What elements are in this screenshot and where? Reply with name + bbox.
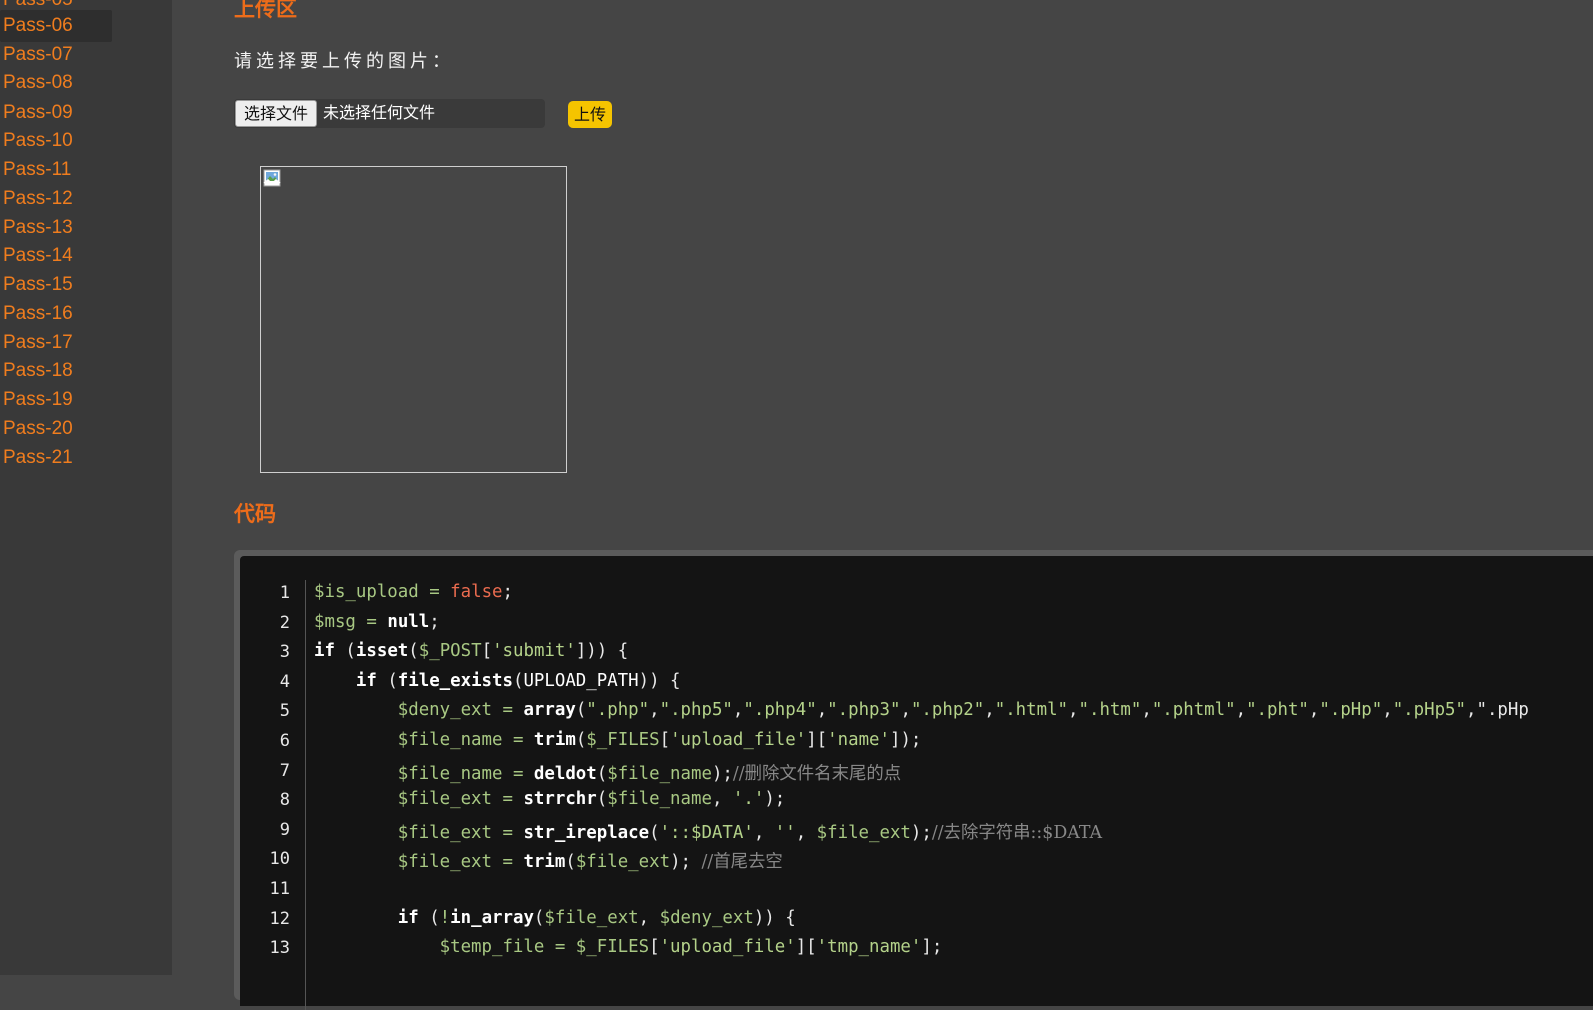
code-section-title: 代码 <box>234 503 276 526</box>
line-number: 7 <box>279 760 290 781</box>
gutter-divider <box>305 580 306 1010</box>
code-block: 1 2 3 4 5 6 7 8 9 10 11 12 13 $is_upload = false; $ms… <box>240 556 1593 1010</box>
code-line: $file_ext = strrchr($file_name, '.'); <box>397 789 786 810</box>
line-number: 13 <box>269 938 290 959</box>
sidebar-item-pass-19[interactable]: Pass-19 <box>3 388 73 412</box>
line-number: 9 <box>279 819 290 840</box>
code-line: $deny_ext = array(".php",".php5",".php4"… <box>397 700 1529 721</box>
upload-button[interactable]: 上传 <box>568 101 612 128</box>
sidebar-item-pass-17[interactable]: Pass-17 <box>3 331 73 355</box>
code-line: if (isset($_POST['submit'])) { <box>314 641 629 662</box>
sidebar-item-pass-07[interactable]: Pass-07 <box>3 43 73 67</box>
line-number: 3 <box>279 642 290 663</box>
sidebar-item-pass-05[interactable]: Pass-05 <box>3 0 73 12</box>
image-preview <box>260 166 567 473</box>
sidebar-item-pass-13[interactable]: Pass-13 <box>3 216 73 240</box>
code-line: $file_ext = str_ireplace('::$DATA', '', … <box>397 822 1103 843</box>
code-line: $file_name = deldot($file_name);//删除文件名末… <box>397 763 902 784</box>
line-number: 8 <box>279 790 290 811</box>
code-line: $temp_file = $_FILES['upload_file']['tmp… <box>439 937 943 958</box>
upload-section-title: 上传区 <box>234 0 297 21</box>
code-line: $msg = null; <box>314 611 440 632</box>
choose-file-button[interactable]: 选择文件 <box>235 100 317 127</box>
code-line: $is_upload = false; <box>314 582 513 602</box>
code-line: if (file_exists(UPLOAD_PATH)) { <box>355 670 681 691</box>
code-line: $file_name = trim($_FILES['upload_file']… <box>397 730 922 750</box>
line-number: 11 <box>269 879 290 899</box>
sidebar-item-pass-09[interactable]: Pass-09 <box>3 101 73 125</box>
line-number: 10 <box>269 849 290 870</box>
sidebar-item-pass-08[interactable]: Pass-08 <box>3 71 73 95</box>
sidebar-item-pass-21[interactable]: Pass-21 <box>3 446 73 470</box>
line-number: 5 <box>279 701 290 722</box>
sidebar-item-pass-11[interactable]: Pass-11 <box>3 158 71 182</box>
sidebar-item-pass-15[interactable]: Pass-15 <box>3 273 73 297</box>
upload-prompt: 请选择要上传的图片： <box>234 51 454 71</box>
line-number: 1 <box>279 583 290 603</box>
main-content: 上传区 请选择要上传的图片： 选择文件 未选择任何文件 上传 代码 123456… <box>172 0 1593 1010</box>
sidebar-item-pass-10[interactable]: Pass-10 <box>3 129 73 153</box>
sidebar-item-pass-16[interactable]: Pass-16 <box>3 302 73 326</box>
line-number: 4 <box>279 671 290 692</box>
sidebar-item-pass-18[interactable]: Pass-18 <box>3 359 73 383</box>
line-number: 6 <box>279 731 290 751</box>
file-status-text: 未选择任何文件 <box>323 103 436 122</box>
sidebar: Pass-05 Pass-06 Pass-07 Pass-08 Pass-09 … <box>0 0 172 975</box>
code-line: if (!in_array($file_ext, $deny_ext)) { <box>397 907 796 928</box>
sidebar-item-pass-06[interactable]: Pass-06 <box>3 14 73 38</box>
file-input[interactable]: 选择文件 未选择任何文件 <box>234 99 545 128</box>
line-number: 2 <box>279 612 290 633</box>
line-number: 12 <box>269 908 290 929</box>
sidebar-item-pass-20[interactable]: Pass-20 <box>3 417 73 441</box>
code-panel-frame: 1 2 3 4 5 6 7 8 9 10 11 12 13 $is_upload = false; $ms… <box>234 550 1593 1010</box>
sidebar-item-pass-12[interactable]: Pass-12 <box>3 187 73 211</box>
code-line: $file_ext = trim($file_ext); //首尾去空 <box>397 852 783 873</box>
sidebar-item-pass-14[interactable]: Pass-14 <box>3 244 73 268</box>
broken-image-icon <box>263 169 281 187</box>
